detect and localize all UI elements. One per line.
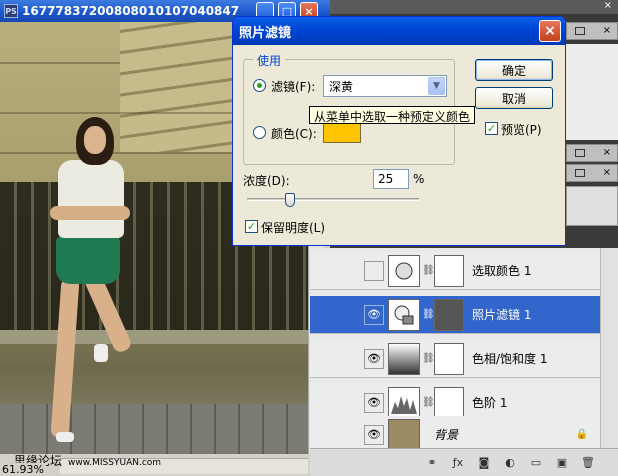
panel-icon	[575, 169, 585, 177]
layers-footer: ⚭ ƒx ◙ ◐ ▭ ▣ 🗑	[310, 448, 618, 476]
layer-name: 色阶 1	[472, 396, 508, 410]
filter-select-value: 深黄	[329, 79, 354, 94]
stone-ledge	[0, 330, 308, 344]
density-input[interactable]: 25	[373, 169, 409, 189]
panel-tab[interactable]: ×	[566, 144, 618, 162]
folder-icon[interactable]: ▭	[526, 456, 546, 469]
layer-row-selected[interactable]: 👁 ⛓ 照片滤镜 1	[310, 296, 600, 334]
color-swatch[interactable]	[323, 123, 361, 143]
density-slider-thumb[interactable]	[285, 193, 295, 207]
photo-filter-dialog: 照片滤镜 × 使用 滤镜(F): 深黄 ▼ 从菜单中选取一种预定义颜色 颜色(C…	[232, 16, 566, 246]
link-icon: ⛓	[422, 353, 435, 364]
density-label: 浓度(D):	[243, 174, 290, 188]
layer-mask-thumbnail[interactable]	[434, 342, 464, 375]
panel-tab-close-icon[interactable]: ×	[603, 167, 611, 178]
layer-name: 照片滤镜 1	[472, 308, 532, 322]
preserve-luminosity-checkbox[interactable]: ✓	[245, 220, 258, 233]
panel-icon	[575, 27, 585, 35]
layers-panel: ⛓ 选取颜色 1 👁 ⛓ 照片滤镜 1 👁 ⛓ 色相/饱和度 1 👁 ⛓ 色阶 …	[310, 248, 618, 476]
density-unit: %	[413, 172, 425, 186]
adjustment-icon[interactable]: ◐	[500, 456, 520, 469]
panel-dock-bar: ×	[330, 0, 618, 14]
preview-checkbox[interactable]: ✓	[485, 122, 498, 135]
figure-skirt	[56, 236, 120, 284]
figure-arms	[50, 206, 130, 220]
link-icon: ⛓	[422, 309, 435, 320]
chevron-down-icon[interactable]: ▼	[428, 77, 445, 95]
photo-filter-thumbnail-icon	[388, 298, 420, 331]
visibility-toggle[interactable]	[364, 260, 384, 281]
photoshop-icon: PS	[4, 4, 18, 18]
color-radio[interactable]	[253, 126, 266, 139]
eye-icon[interactable]: 👁	[364, 392, 384, 413]
layer-mask-thumbnail[interactable]	[434, 254, 464, 287]
eye-icon[interactable]: 👁	[364, 424, 384, 445]
pavement	[0, 404, 308, 454]
figure-shirt	[58, 160, 124, 238]
cancel-button[interactable]: 取消	[475, 87, 553, 109]
trash-icon[interactable]: 🗑	[578, 456, 598, 469]
wall-line	[0, 62, 120, 64]
eye-icon[interactable]: 👁	[364, 304, 384, 325]
ok-button[interactable]: 确定	[475, 59, 553, 81]
density-slider-track[interactable]	[247, 198, 419, 201]
use-group-title: 使用	[253, 52, 286, 69]
layer-row[interactable]: 👁 ⛓ 色相/饱和度 1	[310, 340, 600, 378]
fx-icon[interactable]: ƒx	[448, 456, 468, 469]
preview-label[interactable]: 预览(P)	[501, 121, 542, 138]
figure-shoe	[56, 432, 74, 442]
lock-icon: 🔒	[575, 429, 588, 440]
layer-mask-thumbnail[interactable]	[434, 386, 464, 419]
panel-tab[interactable]: ×	[566, 164, 618, 182]
eye-icon[interactable]: 👁	[364, 348, 384, 369]
panel-tab[interactable]: ×	[566, 22, 618, 40]
link-icon: ⛓	[422, 265, 435, 276]
layers-scrollbar[interactable]	[600, 248, 618, 448]
link-icon: ⛓	[422, 397, 435, 408]
filter-label[interactable]: 滤镜(F):	[271, 78, 315, 95]
panel-tab-close-icon[interactable]: ×	[603, 147, 611, 158]
figure-shoe	[94, 344, 108, 362]
mask-icon[interactable]: ◙	[474, 456, 494, 469]
filter-select[interactable]: 深黄 ▼	[323, 75, 447, 97]
panel-tab-close-icon[interactable]: ×	[603, 25, 611, 36]
link-icon[interactable]: ⚭	[422, 456, 442, 469]
preserve-luminosity-label[interactable]: 保留明度(L)	[261, 219, 325, 236]
zoom-level[interactable]: 61.93%	[0, 463, 46, 476]
document-title: 16777837200808010107040847	[22, 4, 240, 18]
figure-face	[84, 126, 106, 154]
layer-name: 背景	[434, 428, 459, 442]
dialog-titlebar[interactable]: 照片滤镜	[233, 17, 565, 45]
adjustment-thumbnail-icon	[388, 254, 420, 287]
levels-thumbnail-icon	[388, 386, 420, 419]
watermark-url: www.MISSYUAN.com	[68, 458, 162, 468]
new-layer-icon[interactable]: ▣	[552, 456, 572, 469]
background-thumbnail-icon	[388, 418, 420, 451]
filter-tooltip: 从菜单中选取一种预定义颜色	[309, 106, 476, 124]
color-label[interactable]: 颜色(C):	[271, 125, 317, 142]
panel-icon	[575, 149, 585, 157]
layer-name: 色相/饱和度 1	[472, 352, 548, 366]
hue-saturation-thumbnail-icon	[388, 342, 420, 375]
dialog-close-button[interactable]: ×	[539, 20, 561, 42]
panel-content	[566, 44, 618, 140]
layer-row[interactable]: ⛓ 选取颜色 1	[310, 252, 600, 290]
panel-content	[566, 186, 618, 226]
layer-name: 选取颜色 1	[472, 264, 532, 278]
layer-mask-thumbnail[interactable]	[434, 298, 464, 331]
filter-radio[interactable]	[253, 79, 266, 92]
panel-close-icon[interactable]: ×	[604, 0, 612, 11]
dialog-title: 照片滤镜	[239, 25, 292, 41]
